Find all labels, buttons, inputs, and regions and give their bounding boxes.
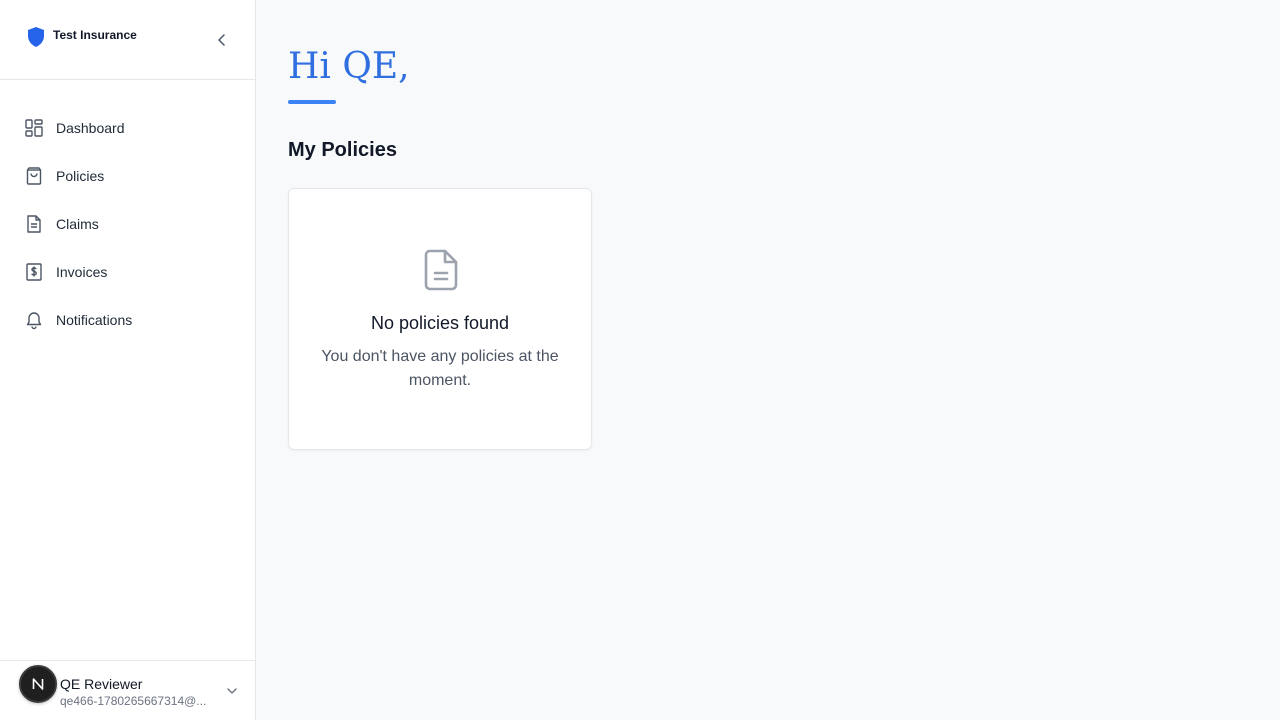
sidebar: Test Insurance Dashboard Policies Claims (0, 0, 256, 720)
user-email: qe466-1780265667314@... (60, 694, 207, 708)
sidebar-item-policies[interactable]: Policies (0, 152, 255, 200)
sidebar-item-label: Dashboard (56, 120, 125, 136)
brand: Test Insurance (0, 0, 255, 80)
sidebar-item-label: Notifications (56, 312, 133, 328)
sidebar-item-dashboard[interactable]: Dashboard (0, 104, 255, 152)
sidebar-item-label: Policies (56, 168, 105, 184)
sidebar-item-label: Claims (56, 216, 99, 232)
policies-empty-card: No policies found You don't have any pol… (288, 188, 592, 450)
document-icon (421, 249, 461, 291)
chevron-down-icon[interactable] (224, 683, 240, 699)
greeting-underline (288, 100, 336, 104)
empty-state-description: You don't have any policies at the momen… (321, 348, 559, 389)
sidebar-item-label: Invoices (56, 264, 108, 280)
user-name: QE Reviewer (60, 676, 143, 692)
dashboard-icon (24, 118, 44, 138)
sidebar-item-claims[interactable]: Claims (0, 200, 255, 248)
empty-state-title: No policies found (370, 313, 510, 333)
section-title: My Policies (288, 139, 397, 161)
brand-name: Test Insurance (53, 27, 137, 42)
page-greeting: Hi QE, (288, 46, 410, 87)
shopping-bag-icon (24, 166, 44, 186)
sidebar-item-invoices[interactable]: Invoices (0, 248, 255, 296)
sidebar-nav: Dashboard Policies Claims Invoices Notif… (0, 80, 255, 344)
document-icon (24, 214, 44, 234)
collapse-sidebar-button[interactable] (212, 30, 232, 50)
sidebar-item-notifications[interactable]: Notifications (0, 296, 255, 344)
main-content: Hi QE, My Policies No policies found You… (257, 0, 1280, 720)
dollar-receipt-icon (24, 262, 44, 282)
shield-icon (27, 26, 45, 48)
bell-icon (24, 310, 44, 330)
user-menu[interactable]: QE Reviewer qe466-1780265667314@... (0, 660, 256, 720)
avatar[interactable] (19, 665, 57, 703)
chevron-left-icon (218, 34, 225, 46)
